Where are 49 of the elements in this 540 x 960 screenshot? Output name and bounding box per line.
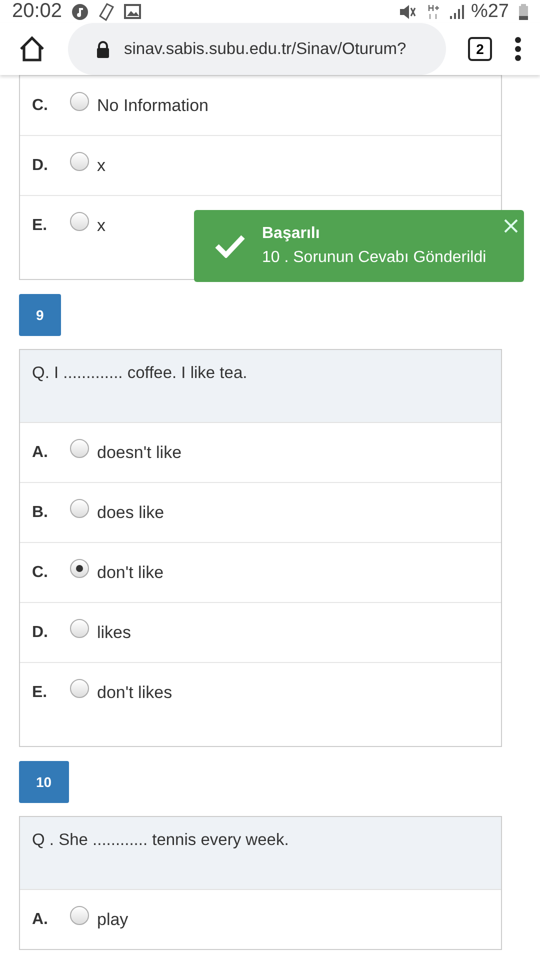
option-letter: C. bbox=[32, 96, 49, 114]
option-label[interactable]: No Information bbox=[97, 96, 208, 116]
option-letter: D. bbox=[32, 624, 49, 642]
radio-button[interactable] bbox=[70, 212, 89, 231]
option-letter: A. bbox=[32, 910, 49, 928]
option-letter: A. bbox=[32, 444, 49, 462]
option-letter: E. bbox=[32, 684, 48, 702]
tab-count-button[interactable]: 2 bbox=[468, 37, 492, 61]
radio-button[interactable] bbox=[70, 152, 89, 171]
radio-button[interactable] bbox=[70, 92, 89, 111]
option-label[interactable]: doesn't like bbox=[97, 442, 182, 462]
lock-icon bbox=[96, 40, 110, 58]
image-icon bbox=[124, 4, 142, 19]
mute-icon bbox=[398, 4, 417, 20]
close-icon[interactable] bbox=[504, 219, 518, 233]
radio-button[interactable] bbox=[70, 559, 89, 578]
option-label[interactable]: does like bbox=[97, 502, 164, 522]
home-icon[interactable] bbox=[18, 36, 46, 62]
radio-button[interactable] bbox=[70, 906, 89, 925]
toast-message: 10 . Sorunun Cevabı Gönderildi bbox=[262, 249, 486, 267]
question-number: 10 bbox=[19, 761, 69, 803]
radio-button[interactable] bbox=[70, 499, 89, 518]
radio-button[interactable] bbox=[70, 439, 89, 458]
option-label[interactable]: don't like bbox=[97, 562, 164, 582]
question-text: Q. I ............. coffee. I like tea. bbox=[20, 350, 501, 423]
option-label[interactable]: don't likes bbox=[97, 682, 172, 702]
option-label[interactable]: x bbox=[97, 156, 106, 176]
music-note-icon bbox=[72, 4, 88, 20]
option-letter: B. bbox=[32, 504, 49, 522]
radio-button[interactable] bbox=[70, 619, 89, 638]
option-label[interactable]: x bbox=[97, 216, 106, 236]
mobile-data-icon bbox=[426, 4, 439, 20]
option-letter: D. bbox=[32, 156, 49, 174]
option-letter: C. bbox=[32, 564, 49, 582]
battery-percentage: %27 bbox=[470, 0, 509, 22]
option-label[interactable]: play bbox=[97, 910, 128, 930]
toast-title: Başarılı bbox=[262, 225, 321, 243]
clock: 20:02 bbox=[12, 0, 62, 23]
question-text: Q . She ............ tennis every week. bbox=[20, 817, 501, 890]
signal-icon bbox=[448, 4, 465, 18]
address-field[interactable]: sinav.sabis.subu.edu.tr/Sinav/Oturum? bbox=[68, 23, 446, 75]
question-number: 9 bbox=[19, 294, 61, 336]
tag-icon bbox=[98, 2, 114, 20]
option-label[interactable]: likes bbox=[97, 622, 132, 642]
radio-button[interactable] bbox=[70, 679, 89, 698]
option-letter: E. bbox=[32, 216, 48, 234]
checkmark-icon bbox=[214, 234, 246, 258]
menu-icon[interactable] bbox=[514, 36, 522, 62]
battery-icon bbox=[519, 4, 528, 20]
